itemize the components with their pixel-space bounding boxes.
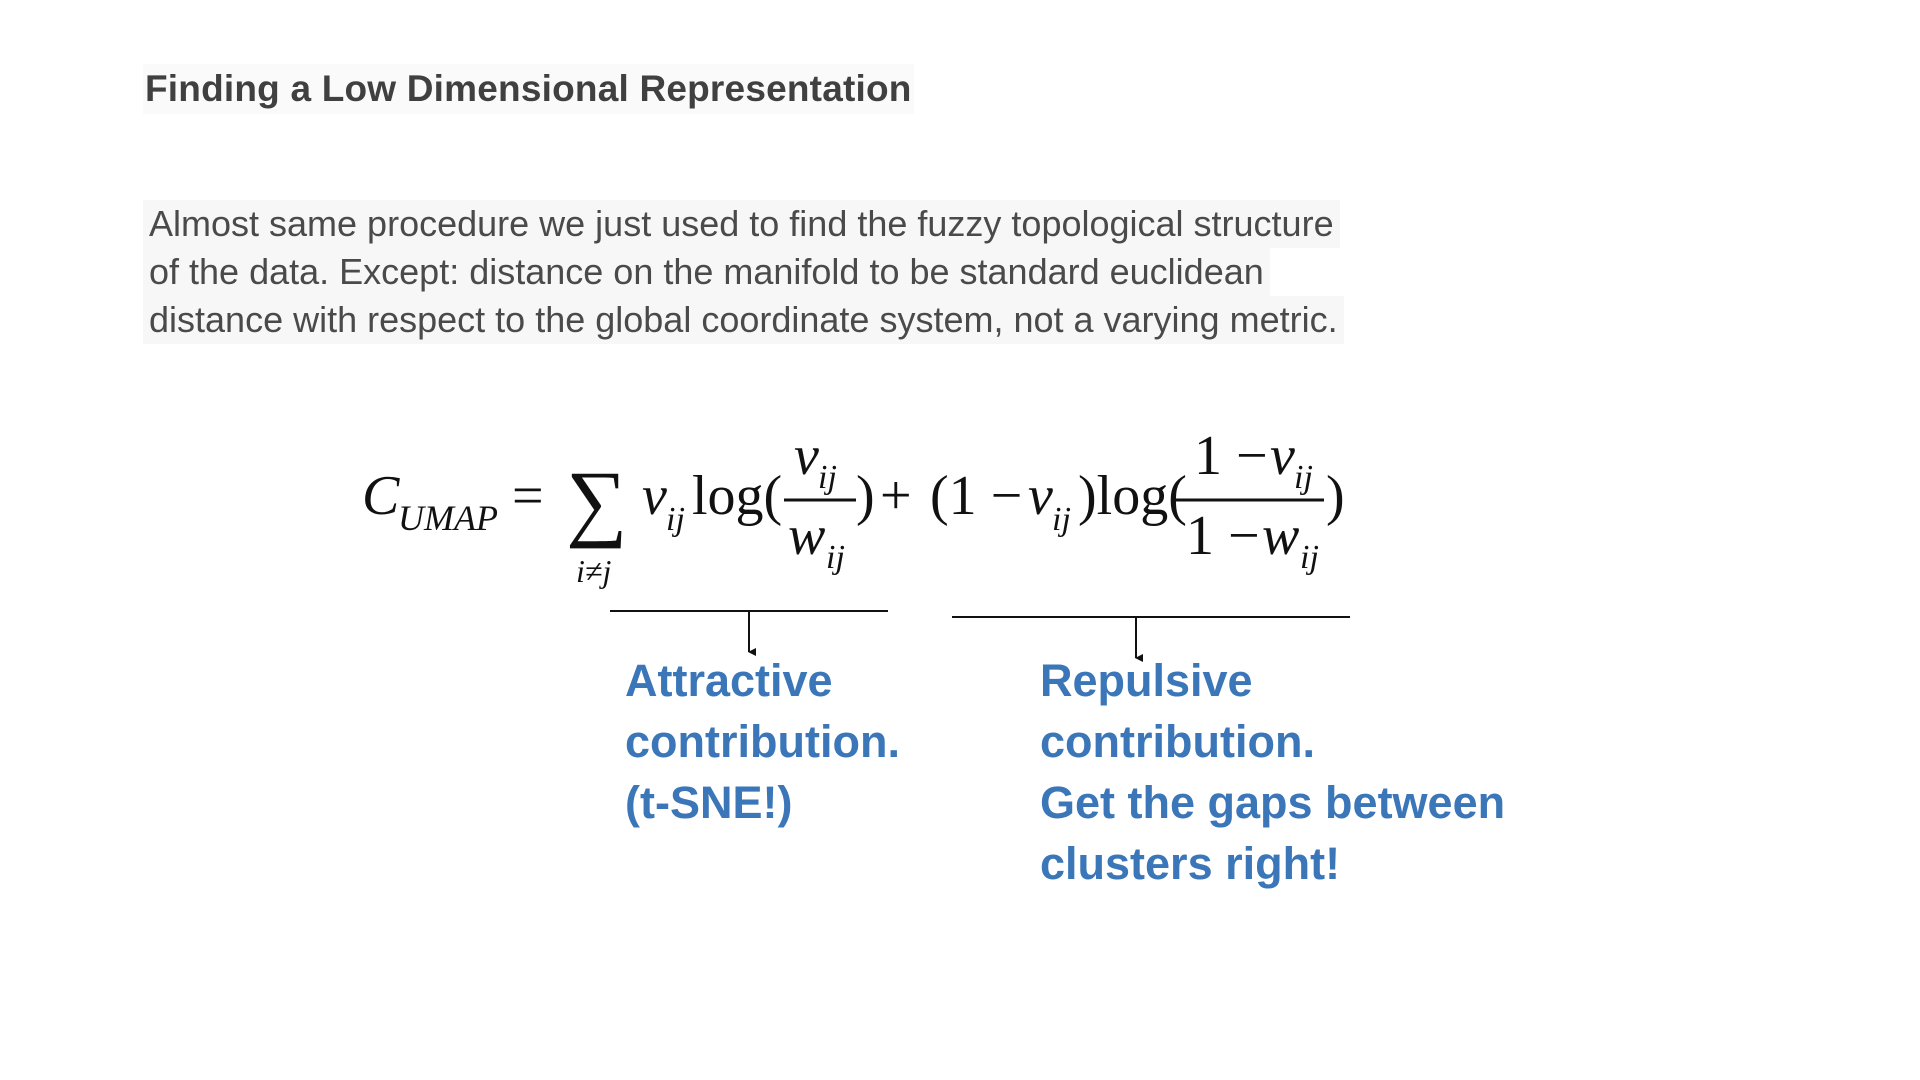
slide-title: Finding a Low Dimensional Representation	[143, 64, 914, 114]
formula-frac1-den-sub: ij	[826, 539, 845, 576]
repulsive-line-4: clusters right!	[1040, 838, 1341, 889]
attractive-line-2: contribution.	[625, 716, 900, 767]
body-line-3: distance with respect to the global coor…	[143, 296, 1344, 344]
formula-close-log: )log(	[1078, 465, 1187, 527]
formula-sum-symbol: ∑	[566, 453, 627, 549]
repulsive-line-1: Repulsive	[1040, 655, 1253, 706]
umap-cost-formula: C UMAP = ∑ i≠j v ij log( v ij w ij ) + (…	[340, 430, 1380, 610]
formula-v: v	[642, 465, 667, 527]
formula-v-2-sub: ij	[1052, 501, 1071, 538]
repulsive-line-2: contribution.	[1040, 716, 1315, 767]
attractive-line-3: (t-SNE!)	[625, 777, 793, 828]
formula-v-sub: ij	[666, 501, 685, 538]
formula-frac2-num-sub: ij	[1294, 459, 1313, 496]
formula-equals: =	[512, 465, 544, 527]
repulsive-annotation: Repulsive contribution. Get the gaps bet…	[1040, 650, 1505, 894]
body-paragraph: Almost same procedure we just used to fi…	[143, 200, 1344, 344]
formula-frac1-num-sub: ij	[818, 459, 837, 496]
formula-frac2-num-v: v	[1270, 430, 1295, 487]
formula-cost-symbol: C	[362, 465, 400, 527]
formula-frac1-den-w: w	[788, 505, 825, 567]
formula-frac2-den-one-minus: 1 −	[1186, 505, 1260, 567]
formula-one-minus-open: (1 −	[930, 465, 1022, 527]
formula-frac2-den-w: w	[1262, 505, 1299, 567]
attractive-line-1: Attractive	[625, 655, 833, 706]
body-line-1: Almost same procedure we just used to fi…	[143, 200, 1340, 248]
slide: Finding a Low Dimensional Representation…	[0, 0, 1920, 1080]
repulsive-line-3: Get the gaps between	[1040, 777, 1506, 828]
attractive-annotation: Attractive contribution. (t-SNE!)	[625, 650, 900, 833]
formula-v-2: v	[1028, 465, 1053, 527]
formula-cost-subscript: UMAP	[398, 498, 498, 538]
formula-sum-index: i≠j	[576, 553, 611, 589]
formula-plus: +	[880, 465, 912, 527]
formula-frac1-num-v: v	[794, 430, 819, 487]
formula-log-1: log(	[692, 465, 782, 527]
formula-close-paren-1: )	[856, 465, 875, 527]
formula-frac2-num-one-minus: 1 −	[1194, 430, 1268, 487]
formula-close-paren-2: )	[1326, 465, 1345, 527]
formula-frac2-den-sub: ij	[1300, 539, 1319, 576]
body-line-2: of the data. Except: distance on the man…	[143, 248, 1270, 296]
